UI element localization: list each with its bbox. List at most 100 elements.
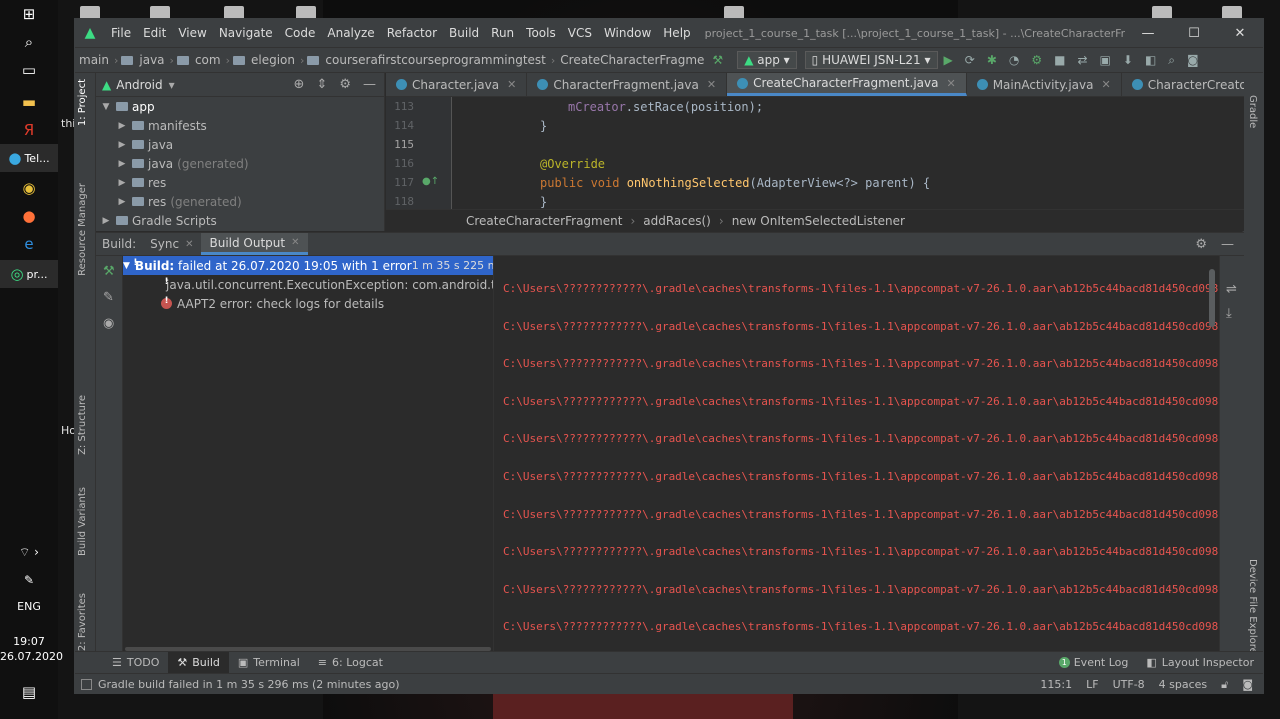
expand-arrow-icon[interactable]: ▼ — [123, 261, 130, 271]
tab-project[interactable]: 1: Project — [77, 79, 88, 126]
menu-vcs[interactable]: VCS — [562, 26, 598, 40]
project-tree-item[interactable]: ▶ res (generated) — [96, 192, 384, 211]
hide-icon[interactable]: — — [1221, 237, 1234, 252]
menu-file[interactable]: File — [105, 26, 137, 40]
yandex-icon[interactable]: Я — [0, 116, 58, 144]
chevron-right-icon[interactable]: ▶ — [116, 178, 128, 188]
breadcrumb-com[interactable]: com — [193, 53, 223, 67]
task-view-icon[interactable]: ▭ — [0, 56, 58, 84]
override-marker-icon[interactable]: ●↑ — [422, 176, 439, 187]
close-icon[interactable]: ✕ — [1101, 78, 1110, 91]
crumb-method[interactable]: addRaces() — [643, 214, 711, 228]
build-output-line[interactable]: C:\Users\????????????\.gradle\caches\tra… — [503, 357, 1219, 370]
menu-view[interactable]: View — [172, 26, 212, 40]
pin-icon[interactable]: ✎ — [103, 290, 114, 305]
hide-icon[interactable]: — — [363, 77, 376, 92]
breadcrumb-elegion[interactable]: elegion — [249, 53, 297, 67]
tab-device-file-explorer[interactable]: Device File Explorer — [1247, 559, 1258, 658]
firefox-icon[interactable]: ● — [0, 202, 58, 230]
build-output-line[interactable]: C:\Users\????????????\.gradle\caches\tra… — [503, 282, 1219, 295]
eye-icon[interactable]: ◉ — [103, 316, 114, 331]
build-output-line[interactable]: C:\Users\????????????\.gradle\caches\tra… — [503, 470, 1219, 483]
editor-tab[interactable]: CharacterFragment.java ✕ — [527, 73, 728, 96]
editor-tab[interactable]: CreateCharacterFragment.java ✕ — [727, 73, 967, 96]
breadcrumb-class[interactable]: CreateCharacterFragme — [558, 53, 706, 67]
build-output-line[interactable]: C:\Users\????????????\.gradle\caches\tra… — [503, 620, 1219, 633]
locate-icon[interactable]: ⊕ — [294, 77, 305, 92]
terminal-button[interactable]: ▣ Terminal — [229, 652, 309, 673]
close-icon[interactable]: ✕ — [185, 239, 193, 250]
chevron-right-icon[interactable]: ▶ — [116, 121, 128, 131]
lock-icon[interactable]: 🔓︎ — [1221, 678, 1228, 692]
collapse-all-icon[interactable]: ⇕ — [316, 77, 327, 92]
stop-icon[interactable]: ■ — [1048, 53, 1071, 67]
chrome-icon[interactable]: ◉ — [0, 174, 58, 202]
menu-window[interactable]: Window — [598, 26, 657, 40]
sdk-manager-icon[interactable]: ⬇ — [1117, 53, 1139, 67]
project-tree-item[interactable]: ▶ manifests — [96, 116, 384, 135]
build-output-line[interactable]: C:\Users\????????????\.gradle\caches\tra… — [503, 545, 1219, 558]
sync-icon[interactable]: ⇄ — [1071, 53, 1093, 67]
build-output-line[interactable]: C:\Users\????????????\.gradle\caches\tra… — [503, 508, 1219, 521]
menu-run[interactable]: Run — [485, 26, 520, 40]
build-error-row[interactable]: java.util.concurrent.ExecutionException:… — [123, 275, 493, 294]
minimize-button[interactable]: — — [1125, 26, 1171, 41]
crumb-class[interactable]: CreateCharacterFragment — [466, 214, 622, 228]
code-area[interactable]: 113 114 115 116 117 ●↑ 118 mCreator.setR… — [386, 97, 1244, 209]
build-output-line[interactable]: C:\Users\????????????\.gradle\caches\tra… — [503, 583, 1219, 596]
tab-sync[interactable]: Sync ✕ — [142, 233, 201, 255]
breadcrumb-java[interactable]: java — [137, 53, 166, 67]
tab-build-output[interactable]: Build Output ✕ — [201, 233, 308, 255]
crumb-listener[interactable]: new OnItemSelectedListener — [732, 214, 905, 228]
taskbar-clock[interactable]: 19:07 26.07.2020 — [0, 634, 63, 664]
gear-icon[interactable]: ⚙ — [339, 77, 351, 92]
editor-tab[interactable]: MainActivity.java ✕ — [967, 73, 1122, 96]
language-indicator[interactable]: ENG — [0, 600, 58, 613]
menu-code[interactable]: Code — [279, 26, 322, 40]
run-config-select[interactable]: ▲ app ▾ — [737, 51, 797, 69]
tool-windows-toggle-icon[interactable] — [81, 679, 92, 690]
android-studio-taskbar-button[interactable]: ◎ pr... — [0, 260, 58, 288]
notifications-icon[interactable]: ▤ — [0, 678, 58, 706]
vertical-scrollbar[interactable] — [1209, 269, 1215, 327]
chevron-right-icon[interactable]: ▶ — [100, 216, 112, 226]
menu-analyze[interactable]: Analyze — [321, 26, 380, 40]
menu-tools[interactable]: Tools — [520, 26, 562, 40]
windows-start-icon[interactable]: ⊞ — [0, 0, 58, 28]
close-icon[interactable]: ✕ — [707, 78, 716, 91]
debug-icon[interactable]: ✱ — [981, 53, 1003, 67]
build-output-line[interactable]: C:\Users\????????????\.gradle\caches\tra… — [503, 320, 1219, 333]
search-icon[interactable]: ⌕ — [0, 28, 58, 56]
build-result-row[interactable]: ▼ Build: failed at 26.07.2020 19:05 with… — [123, 256, 493, 275]
tab-gradle[interactable]: Gradle — [1247, 95, 1258, 128]
close-icon[interactable]: ✕ — [946, 77, 955, 90]
build-output-line[interactable]: C:\Users\????????????\.gradle\caches\tra… — [503, 432, 1219, 445]
logcat-button[interactable]: ≡ 6: Logcat — [309, 652, 392, 673]
project-tree-item[interactable]: ▶ java (generated) — [96, 154, 384, 173]
tab-structure[interactable]: Z: Structure — [77, 395, 88, 455]
tab-favorites[interactable]: 2: Favorites — [77, 593, 88, 651]
project-tree-item[interactable]: ▶ Gradle Scripts — [96, 211, 384, 230]
event-log-button[interactable]: 1 Event Log — [1050, 656, 1138, 669]
pen-icon[interactable]: ✎ — [0, 566, 58, 594]
search-everywhere-icon[interactable]: ⌕ — [1162, 53, 1181, 68]
todo-button[interactable]: ☰ TODO — [103, 652, 168, 673]
file-encoding[interactable]: UTF-8 — [1113, 678, 1145, 692]
menu-build[interactable]: Build — [443, 26, 485, 40]
file-explorer-icon[interactable]: ▬ — [0, 88, 58, 116]
caret-position[interactable]: 115:1 — [1040, 678, 1072, 692]
scroll-to-end-icon[interactable]: ⤓ — [1226, 306, 1232, 321]
close-icon[interactable]: ✕ — [507, 78, 516, 91]
hammer-icon[interactable]: ⚒ — [706, 53, 729, 67]
edge-icon[interactable]: e — [0, 230, 58, 258]
network-icon[interactable]: ⌔ › — [0, 538, 58, 566]
chevron-right-icon[interactable]: ▶ — [116, 140, 128, 150]
build-error-row[interactable]: AAPT2 error: check logs for details — [123, 294, 493, 313]
chevron-down-icon[interactable]: ▾ — [169, 78, 175, 92]
menu-navigate[interactable]: Navigate — [213, 26, 279, 40]
apply-changes-icon[interactable]: ⟳ — [959, 53, 981, 67]
build-button[interactable]: ⚒ Build — [168, 652, 229, 673]
build-output-line[interactable]: C:\Users\????????????\.gradle\caches\tra… — [503, 395, 1219, 408]
chevron-right-icon[interactable]: ▶ — [116, 159, 128, 169]
maximize-button[interactable]: ☐ — [1171, 26, 1217, 41]
